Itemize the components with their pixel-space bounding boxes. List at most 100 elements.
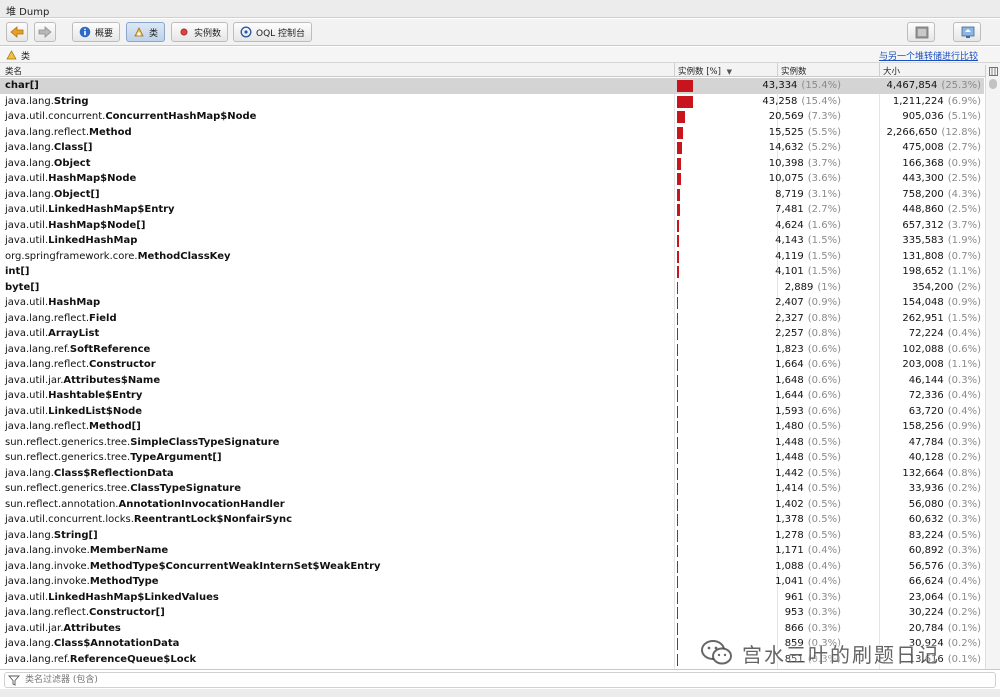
instances-percent: (0.3%) [807, 622, 841, 634]
scrollbar-thumb[interactable] [989, 79, 997, 89]
instances-percent: (0.3%) [807, 653, 841, 665]
instances-bar [677, 204, 680, 216]
instances-cell: 4,143 (1.5%) [775, 235, 841, 246]
tab-instances[interactable]: 实例数 [171, 22, 229, 42]
table-row[interactable]: java.lang.Class[] 14,632 (5.2%) 475,008 (2.7… [0, 140, 984, 156]
tab-classes[interactable]: 类 [126, 22, 166, 42]
instances-percent: (0.5%) [807, 529, 841, 541]
column-chooser-button[interactable] [985, 65, 1000, 79]
table-row[interactable]: java.util.concurrent.ConcurrentHashMap$N… [0, 109, 984, 125]
package-name: java.lang.invoke. [5, 560, 90, 572]
instances-cell: 953 (0.3%) [785, 607, 841, 618]
instances-bar [677, 111, 685, 123]
table-row[interactable]: java.util.concurrent.locks.ReentrantLock… [0, 512, 984, 528]
table-row[interactable]: java.lang.Class$AnnotationData 859 (0.3%) 3… [0, 636, 984, 652]
instances-percent: (2.7%) [807, 204, 841, 215]
table-row[interactable]: java.lang.reflect.Constructor 1,664 (0.6%)… [0, 357, 984, 373]
snapshot-button[interactable] [907, 22, 935, 42]
table-row[interactable]: sun.reflect.annotation.AnnotationInvocat… [0, 497, 984, 513]
table-row[interactable]: java.lang.invoke.MemberName 1,171 (0.4%) 60… [0, 543, 984, 559]
header-size[interactable]: 大小 [883, 65, 900, 77]
table-row[interactable]: java.util.LinkedHashMap 4,143 (1.5%) 335,58… [0, 233, 984, 249]
instances-cell: 1,414 (0.5%) [775, 483, 841, 494]
table-row[interactable]: java.util.jar.Attributes$Name 1,648 (0.6%)… [0, 373, 984, 389]
class-name-cell: java.lang.String [5, 96, 89, 107]
size-value: 657,312 [902, 219, 944, 231]
filter-bar [0, 669, 1000, 689]
instances-value: 1,593 [775, 405, 804, 417]
table-row[interactable]: java.lang.String 43,258 (15.4%) 1,211,224 (6… [0, 94, 984, 110]
table-row[interactable]: java.lang.reflect.Constructor[] 953 (0.3%)… [0, 605, 984, 621]
size-cell: 448,860 (2.5%) [902, 204, 981, 215]
size-value: 166,368 [902, 157, 944, 169]
compare-heap-dump-link[interactable]: 与另一个堆转储进行比较 [879, 49, 978, 62]
table-row[interactable]: java.util.Hashtable$Entry 1,644 (0.6%) 72,3… [0, 388, 984, 404]
instances-percent: (0.6%) [807, 405, 841, 417]
header-class-name[interactable]: 类名 [5, 65, 22, 77]
size-cell: 203,008 (1.1%) [902, 359, 981, 370]
size-percent: (0.3%) [947, 374, 981, 386]
instances-cell: 1,088 (0.4%) [775, 561, 841, 572]
instances-value: 4,624 [775, 219, 804, 231]
class-name-filter[interactable] [4, 672, 996, 688]
instances-value: 2,889 [784, 281, 814, 293]
instances-percent: (3.6%) [807, 173, 841, 184]
table-row[interactable]: java.util.LinkedList$Node 1,593 (0.6%) 63,7… [0, 404, 984, 420]
table-row[interactable]: int[] 4,101 (1.5%) 198,652 (1.1%) [0, 264, 984, 280]
class-name-cell: java.util.jar.Attributes$Name [5, 375, 160, 386]
instances-value: 2,407 [775, 297, 804, 308]
table-row[interactable]: java.lang.String[] 1,278 (0.5%) 83,224 (0.5%… [0, 528, 984, 544]
window-titlebar: 堆 Dump [0, 0, 1000, 18]
size-cell: 354,200 (2%) [912, 282, 981, 293]
table-row[interactable]: java.util.HashMap 2,407 (0.9%) 154,048 (0.9%… [0, 295, 984, 311]
table-row[interactable]: java.util.HashMap$Node 10,075 (3.6%) 443,30… [0, 171, 984, 187]
table-row[interactable]: java.lang.Class$ReflectionData 1,442 (0.5%… [0, 466, 984, 482]
back-button[interactable] [6, 22, 28, 42]
class-simple-name: LinkedHashMap$LinkedValues [48, 591, 219, 603]
size-value: 154,048 [902, 297, 944, 308]
table-row[interactable]: org.springframework.core.MethodClassKey 4… [0, 249, 984, 265]
size-percent: (12.8%) [941, 126, 981, 138]
table-row[interactable]: java.lang.reflect.Method[] 1,480 (0.5%) 158… [0, 419, 984, 435]
size-cell: 132,664 (0.8%) [902, 468, 981, 479]
class-name-filter-input[interactable] [25, 674, 925, 686]
table-row[interactable]: java.lang.ref.SoftReference 1,823 (0.6%) 10… [0, 342, 984, 358]
header-instances[interactable]: 实例数 [781, 65, 807, 77]
table-row[interactable]: byte[] 2,889 (1%) 354,200 (2%) [0, 280, 984, 296]
classes-table: 类名 实例数 [%] ▼ 实例数 大小 char[] 43,334 (15.4%) 4… [0, 63, 1000, 669]
table-row[interactable]: sun.reflect.generics.tree.ClassTypeSigna… [0, 481, 984, 497]
table-row[interactable]: java.util.ArrayList 2,257 (0.8%) 72,224 (0.4… [0, 326, 984, 342]
header-instances-pct[interactable]: 实例数 [%] ▼ [678, 65, 732, 77]
size-percent: (4.3%) [947, 188, 981, 200]
instances-value: 1,448 [775, 452, 804, 463]
table-row[interactable]: java.lang.Object 10,398 (3.7%) 166,368 (0.9%… [0, 156, 984, 172]
table-row[interactable]: char[] 43,334 (15.4%) 4,467,854 (25.3%) [0, 78, 984, 94]
instances-cell: 961 (0.3%) [785, 592, 841, 603]
table-row[interactable]: java.util.LinkedHashMap$LinkedValues 961(… [0, 590, 984, 606]
table-row[interactable]: java.lang.invoke.MethodType$ConcurrentWe… [0, 559, 984, 575]
class-simple-name: ConcurrentHashMap$Node [105, 111, 257, 122]
size-value: 30,924 [908, 638, 944, 649]
package-name: java.util. [5, 591, 49, 603]
vertical-scrollbar[interactable] [985, 78, 1000, 669]
table-row[interactable]: java.lang.ref.ReferenceQueue$Lock 851 (0.3… [0, 652, 984, 668]
compare-button[interactable] [953, 22, 981, 42]
instances-value: 10,075 [768, 173, 804, 184]
table-row[interactable]: sun.reflect.generics.tree.TypeArgument[]… [0, 450, 984, 466]
table-row[interactable]: java.lang.invoke.MethodType 1,041 (0.4%) 66… [0, 574, 984, 590]
table-row[interactable]: sun.reflect.generics.tree.SimpleClassTyp… [0, 435, 984, 451]
table-row[interactable]: java.util.HashMap$Node[] 4,624 (1.6%) 657,3… [0, 218, 984, 234]
table-row[interactable]: java.lang.reflect.Field 2,327 (0.8%) 262,95… [0, 311, 984, 327]
class-simple-name: SimpleClassTypeSignature [130, 436, 280, 448]
class-name-cell: sun.reflect.generics.tree.SimpleClassTyp… [5, 437, 279, 448]
table-row[interactable]: java.lang.reflect.Method 15,525 (5.5%) 2,26… [0, 125, 984, 141]
instances-value: 43,258 [762, 95, 798, 107]
table-row[interactable]: java.lang.Object[] 8,719 (3.1%) 758,200 (4.3… [0, 187, 984, 203]
table-row[interactable]: java.util.jar.Attributes 866 (0.3%) 20,784(… [0, 621, 984, 637]
size-percent: (0.3%) [947, 436, 981, 448]
tab-oql-console[interactable]: OQL 控制台 [233, 22, 313, 42]
instances-value: 1,171 [775, 545, 804, 556]
forward-button[interactable] [34, 22, 56, 42]
table-row[interactable]: java.util.LinkedHashMap$Entry 7,481 (2.7%)… [0, 202, 984, 218]
tab-summary[interactable]: 概要 [72, 22, 121, 42]
